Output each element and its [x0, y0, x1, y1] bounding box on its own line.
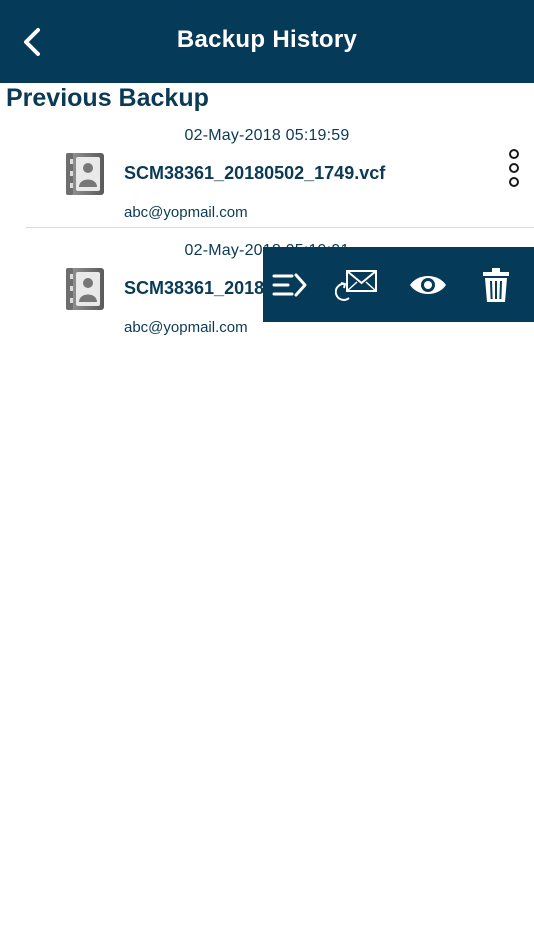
email-backup-button[interactable]	[333, 265, 381, 305]
more-options-button[interactable]	[504, 146, 524, 190]
backup-email: abc@yopmail.com	[124, 319, 248, 336]
section-title: Previous Backup	[6, 84, 209, 112]
contacts-book-icon	[64, 151, 106, 197]
item-action-bar	[263, 247, 534, 322]
backup-filename: SCM38361_20180502_1749.vcf	[124, 163, 386, 183]
page-title: Backup History	[176, 26, 358, 53]
contacts-book-icon	[64, 266, 106, 312]
list-divider	[26, 227, 534, 228]
app-header: Backup History	[0, 0, 534, 83]
delete-backup-button[interactable]	[472, 265, 520, 305]
backup-list-item[interactable]: 02-May-2018 05:19:59 SCM38361_20180502_1…	[0, 120, 534, 232]
backup-date: 02-May-2018 05:19:59	[184, 127, 350, 144]
more-vertical-icon	[509, 149, 519, 187]
view-backup-button[interactable]	[404, 265, 452, 305]
email-resend-icon	[335, 270, 377, 301]
trash-icon	[483, 268, 509, 302]
restore-list-icon	[272, 273, 307, 297]
restore-button[interactable]	[266, 265, 314, 305]
backup-email: abc@yopmail.com	[124, 204, 248, 221]
view-eye-icon	[410, 276, 446, 294]
